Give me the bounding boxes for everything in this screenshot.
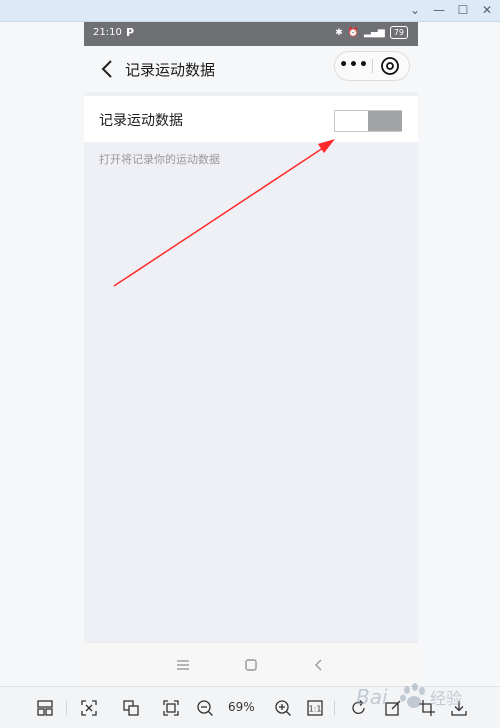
page-title: 记录运动数据 <box>125 61 216 79</box>
setting-description: 打开将记录你的运动数据 <box>99 153 220 166</box>
battery-icon: 79 <box>389 26 408 39</box>
capsule-divider <box>372 59 373 73</box>
thumbnail-icon[interactable] <box>36 699 54 717</box>
menu-icon[interactable] <box>174 655 192 675</box>
actual-size-icon[interactable]: 1:1 <box>306 699 324 717</box>
back-arrow-icon[interactable] <box>98 56 118 82</box>
top-navbar: 记录运动数据 ••• <box>84 46 418 92</box>
status-time: 21:10 <box>93 27 122 38</box>
translate-icon[interactable] <box>122 699 140 717</box>
toolbar-divider <box>334 701 335 715</box>
phone-screenshot: 21:10 P ✱ ⏰ ▂▄▆ 79 记录运动数据 ••• 记录运动数据 打开将… <box>84 22 418 686</box>
setting-row-record-sport: 记录运动数据 <box>84 96 418 142</box>
maximize-icon[interactable]: ☐ <box>456 2 470 18</box>
mini-program-capsule: ••• <box>334 51 410 81</box>
window-titlebar: ⌄ — ☐ ✕ <box>0 0 500 22</box>
signal-icon: ▂▄▆ <box>364 27 385 38</box>
window-controls: ⌄ — ☐ ✕ <box>408 2 494 18</box>
more-icon[interactable]: ••• <box>335 52 373 80</box>
svg-text:Bai: Bai <box>356 685 388 709</box>
zoom-out-icon[interactable] <box>196 699 214 717</box>
scan-icon[interactable] <box>80 699 98 717</box>
bluetooth-icon: ✱ <box>335 27 343 38</box>
minimize-icon[interactable]: — <box>432 2 446 18</box>
home-icon[interactable] <box>242 655 260 675</box>
toolbar-divider <box>66 701 67 715</box>
zoom-in-icon[interactable] <box>274 699 292 717</box>
fit-screen-icon[interactable] <box>162 699 180 717</box>
back-icon[interactable] <box>310 655 328 675</box>
close-icon[interactable]: ✕ <box>480 2 494 18</box>
close-circle-icon[interactable] <box>379 55 401 77</box>
record-sport-toggle[interactable] <box>334 110 402 132</box>
chevron-down-icon[interactable]: ⌄ <box>408 2 422 18</box>
status-bar: 21:10 P ✱ ⏰ ▂▄▆ 79 <box>84 22 418 46</box>
status-icons: ✱ ⏰ ▂▄▆ 79 <box>335 26 408 39</box>
setting-label: 记录运动数据 <box>99 113 183 129</box>
svg-text:1:1: 1:1 <box>309 705 322 714</box>
svg-text:经验: 经验 <box>430 689 462 708</box>
toggle-knob <box>368 111 402 131</box>
app-notification-icon: P <box>126 26 135 39</box>
alarm-icon: ⏰ <box>347 27 360 38</box>
baidu-watermark-logo: Bai 经验 <box>356 683 462 709</box>
zoom-level: 69% <box>228 700 255 714</box>
